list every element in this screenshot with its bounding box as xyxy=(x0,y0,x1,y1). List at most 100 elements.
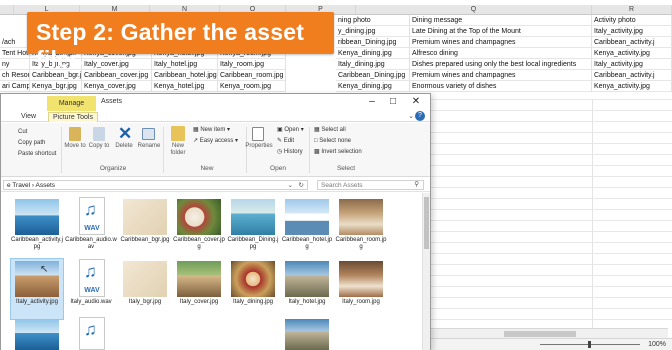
column-header-q[interactable]: Q xyxy=(356,5,592,15)
cell-o[interactable]: Kenya_room.jpg xyxy=(218,81,286,92)
cell-p[interactable]: y_dining.jpg xyxy=(336,26,410,37)
search-input[interactable]: Search Assets ⚲ xyxy=(317,180,424,190)
file-tile[interactable]: Italy_cover.jpg xyxy=(173,259,225,319)
invert-selection-button[interactable]: ▩ Invert selection xyxy=(314,149,362,156)
new-folder-button[interactable]: New folder xyxy=(165,143,191,157)
cell-k[interactable]: Tent Hotel xyxy=(0,48,30,59)
file-tile[interactable]: ♫ WAV Caribbean_audio.wav xyxy=(65,197,117,257)
select-all-button[interactable]: ▦ Select all xyxy=(314,127,346,134)
cell-q[interactable]: Premium wines and champagnes xyxy=(410,70,592,81)
cell-p[interactable]: Kenya_dining.jpg xyxy=(336,81,410,92)
cell-q[interactable]: Enormous variety of dishes xyxy=(410,81,592,92)
edit-button[interactable]: ✎ Edit xyxy=(277,138,294,145)
cell-p[interactable]: Italy_dining.jpg xyxy=(336,59,410,70)
minimize-icon[interactable]: – xyxy=(364,96,380,108)
audio-file-icon: ♫ WAV xyxy=(79,259,105,297)
file-tile-partial[interactable]: ♫ xyxy=(65,317,117,350)
file-tile[interactable]: ♫ WAV Italy_audio.wav xyxy=(65,259,117,319)
copy-path-button[interactable]: Copy path xyxy=(18,140,45,147)
file-name: Italy_hotel.jpg xyxy=(288,299,326,305)
cell-n[interactable]: Kenya_hotel.jpg xyxy=(152,81,218,92)
file-tile[interactable]: Italy_bgr.jpg xyxy=(119,259,171,319)
file-tile-partial[interactable] xyxy=(281,317,333,350)
delete-button[interactable]: Delete xyxy=(111,143,137,150)
window-title: Assets xyxy=(101,98,123,105)
cell-r[interactable]: Caribbean_activity.j xyxy=(592,70,672,81)
image-thumbnail xyxy=(177,261,221,297)
cell-header-q[interactable]: Dining message xyxy=(410,15,592,26)
cell-r[interactable]: Italy_activity.jpg xyxy=(592,26,672,37)
file-tile-partial[interactable] xyxy=(11,317,63,350)
easy-access-button[interactable]: ↗ Easy access ▾ xyxy=(193,138,238,145)
select-none-button[interactable]: □ Select none xyxy=(314,138,351,145)
cell-r[interactable]: Italy_activity.jpg xyxy=(592,59,672,70)
tab-manage[interactable]: Manage xyxy=(47,96,96,111)
close-icon[interactable]: ✕ xyxy=(408,96,424,108)
cell-m[interactable]: Kenya_cover.jpg xyxy=(82,81,152,92)
cell-r[interactable]: Kenya_activity.jpg xyxy=(592,81,672,92)
history-button[interactable]: ◷ History xyxy=(277,149,303,156)
tab-view[interactable]: View xyxy=(21,112,36,122)
rename-icon xyxy=(142,128,155,140)
cell-p[interactable]: Kenya_dining.jpg xyxy=(336,48,410,59)
maximize-icon[interactable]: □ xyxy=(385,96,401,108)
chevron-down-icon[interactable]: ⌄ xyxy=(288,181,293,190)
file-tile[interactable]: Italy_hotel.jpg xyxy=(281,259,333,319)
cell-r[interactable]: Kenya_activity.jpg xyxy=(592,48,672,59)
cell-q[interactable]: Premium wines and champagnes xyxy=(410,37,592,48)
horizontal-scrollbar[interactable] xyxy=(430,328,668,338)
properties-button[interactable]: Properties xyxy=(244,143,274,150)
image-thumbnail xyxy=(285,261,329,297)
status-bar: 100% xyxy=(430,338,672,350)
address-bar[interactable]: e Travel › Assets ⌄ ↻ xyxy=(3,180,308,190)
new-item-button[interactable]: ▦ New item ▾ xyxy=(193,127,230,134)
file-name: Italy_cover.jpg xyxy=(179,299,219,305)
cell-p[interactable]: ribbean_Dining.jpg xyxy=(336,37,410,48)
cut-button[interactable]: Cut xyxy=(18,129,27,136)
file-name: Caribbean_audio.wav xyxy=(65,237,117,250)
copy-to-button[interactable]: Copy to xyxy=(87,143,111,150)
cell-k[interactable]: ch Resort xyxy=(0,70,30,81)
cell-q[interactable]: Dishes prepared using only the best loca… xyxy=(410,59,592,70)
zoom-level[interactable]: 100% xyxy=(648,341,666,348)
cell-q[interactable]: Alfresco dining xyxy=(410,48,592,59)
file-tile[interactable]: Italy_activity.jpg xyxy=(10,258,64,320)
file-tile[interactable]: Italy_dining.jpg xyxy=(227,259,279,319)
move-to-button[interactable]: Move to xyxy=(63,143,87,150)
rename-button[interactable]: Rename xyxy=(135,143,163,150)
file-tile[interactable]: Caribbean_cover.jpg xyxy=(173,197,225,257)
cell-k[interactable]: ari Camp xyxy=(0,81,30,92)
cell-r[interactable]: Caribbean_activity.j xyxy=(592,37,672,48)
file-name: Caribbean_hotel.jpg xyxy=(281,237,333,250)
help-icon[interactable]: ? xyxy=(415,111,425,121)
file-name: Caribbean_room.jpg xyxy=(335,237,387,250)
cell-p[interactable]: Caribbean_Dining.jpg xyxy=(336,70,410,81)
cell-header-p[interactable]: ning photo xyxy=(336,15,410,26)
cell-header-r[interactable]: Activity photo xyxy=(592,15,672,26)
cell-k[interactable]: ny xyxy=(0,59,30,70)
horizontal-scroll-thumb[interactable] xyxy=(504,331,576,337)
breadcrumb[interactable]: e Travel › Assets xyxy=(7,182,55,189)
vertical-scroll-thumb[interactable] xyxy=(424,197,429,249)
cell-l[interactable]: Kenya_bgr.jpg xyxy=(30,81,82,92)
column-header-r[interactable]: R xyxy=(592,5,672,15)
zoom-slider-knob[interactable] xyxy=(588,341,591,348)
new-folder-icon xyxy=(171,126,185,141)
refresh-icon[interactable]: ↻ xyxy=(299,181,304,190)
file-tile[interactable]: Caribbean_Dining.jpg xyxy=(227,197,279,257)
address-row: e Travel › Assets ⌄ ↻ Search Assets ⚲ xyxy=(1,178,430,192)
file-tile[interactable]: Caribbean_activity.jpg xyxy=(11,197,63,257)
tab-picture-tools[interactable]: Picture Tools xyxy=(48,112,98,122)
file-tile[interactable]: Caribbean_room.jpg xyxy=(335,197,387,257)
image-thumbnail xyxy=(123,261,167,297)
open-button[interactable]: ▣ Open ▾ xyxy=(277,127,304,134)
file-name: Caribbean_activity.jpg xyxy=(11,237,63,250)
file-tile[interactable]: Italy_room.jpg xyxy=(335,259,387,319)
cell-k[interactable]: /ach xyxy=(0,37,30,48)
paste-shortcut-button[interactable]: Paste shortcut xyxy=(18,151,56,158)
file-tile[interactable]: Caribbean_hotel.jpg xyxy=(281,197,333,257)
column-header-k[interactable] xyxy=(0,5,14,15)
cell-q[interactable]: Late Dining at the Top of the Mount xyxy=(410,26,592,37)
file-tile[interactable]: Caribbean_bgr.jpg xyxy=(119,197,171,257)
vertical-scrollbar[interactable] xyxy=(422,193,430,350)
